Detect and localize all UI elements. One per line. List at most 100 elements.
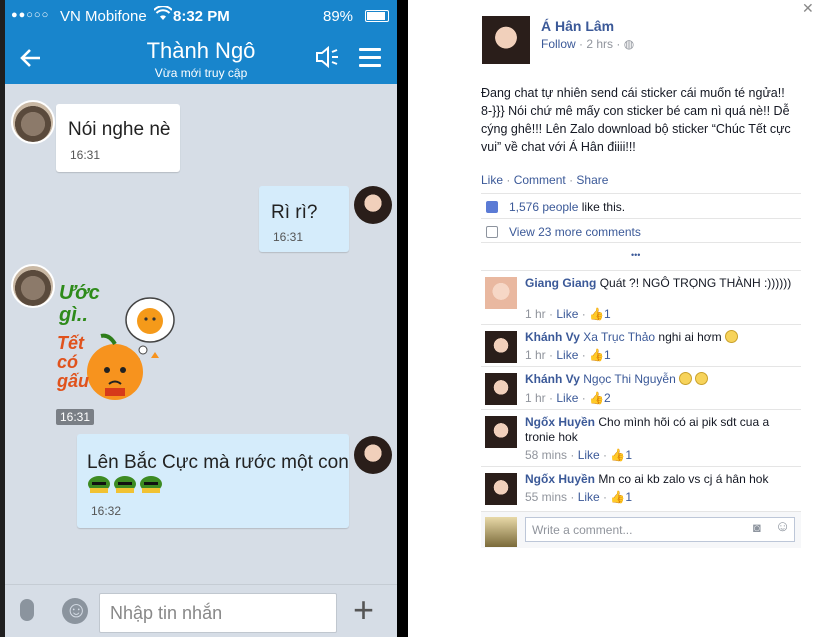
author-avatar[interactable] (482, 16, 530, 64)
comment-like-count[interactable]: 1 (625, 490, 632, 504)
battery-icon (365, 10, 389, 22)
separator: · (616, 37, 624, 51)
commenter-avatar[interactable] (485, 416, 517, 448)
likes-summary: 1,576 people like this. (481, 193, 801, 218)
comment-time[interactable]: 55 mins (525, 490, 567, 504)
message-time: 16:31 (70, 148, 101, 162)
view-more-row[interactable]: View 23 more comments (481, 218, 801, 242)
commenter-avatar[interactable] (485, 473, 517, 505)
contact-avatar[interactable] (11, 264, 55, 308)
comment-time[interactable]: 1 hr (525, 348, 546, 362)
comment-like-count[interactable]: 2 (604, 391, 611, 405)
comment-item: Ngốx Huyền Mn co ai kb zalo vs cj á hân … (481, 466, 801, 511)
comment-time[interactable]: 1 hr (525, 307, 546, 321)
comment-time[interactable]: 58 mins (525, 448, 567, 462)
commenter-name[interactable]: Khánh Vy (525, 330, 580, 344)
turtle-emoji-row (87, 474, 167, 504)
view-more-comments-link[interactable]: View 23 more comments (509, 225, 641, 239)
comment-bubble-icon (486, 226, 498, 238)
speaker-icon[interactable] (315, 45, 343, 74)
comment-item: Khánh Vy Xa Trục Thảo nghi ai hơm 1 hr ·… (481, 324, 801, 366)
close-icon[interactable]: ✕ (802, 0, 814, 17)
wifi-icon (153, 5, 173, 26)
share-link[interactable]: Share (576, 173, 608, 187)
comment-time[interactable]: 1 hr (525, 391, 546, 405)
comment-item: Khánh Vy Ngọc Thi Nguyễn 1 hr · Like · 👍… (481, 366, 801, 409)
comment-footer: 1 hr · Like · 👍1 (525, 307, 611, 321)
sticker-icon[interactable]: ☺ (775, 518, 790, 535)
author-name[interactable]: Á Hân Lâm (541, 18, 614, 34)
comment-like-count[interactable]: 1 (604, 307, 611, 321)
orange-sticker[interactable]: Ước gì.. Tết có gấu (55, 282, 175, 409)
comment-link[interactable]: Comment (514, 173, 566, 187)
composer-bar: Nhập tin nhắn + (5, 584, 397, 637)
comment-like-link[interactable]: Like (578, 490, 600, 504)
signal-strength: ●●○○○ (11, 9, 50, 21)
post-text: Đang chat tự nhiên send cái sticker cái … (481, 86, 791, 154)
globe-icon: ◍ (623, 37, 635, 51)
comment-footer: 1 hr · Like · 👍2 (525, 391, 611, 405)
battery-percent: 89% (323, 8, 354, 25)
commenter-name[interactable]: Giang Giang (525, 276, 596, 290)
comment-footer: 1 hr · Like · 👍1 (525, 348, 611, 362)
commenter-avatar[interactable] (485, 277, 517, 309)
tagged-user[interactable]: Ngọc Thi Nguyễn (583, 372, 676, 386)
message-text: Lên Bắc Cực mà rước một con (87, 452, 349, 473)
my-avatar[interactable] (354, 436, 392, 474)
comment-footer: 55 mins · Like · 👍1 (525, 490, 633, 504)
message-input[interactable]: Nhập tin nhắn (99, 593, 337, 633)
menu-icon[interactable] (359, 48, 381, 72)
status-time: 8:32 PM (173, 8, 230, 25)
comment-like-link[interactable]: Like (556, 391, 578, 405)
sticker-caption: Ước gì.. (59, 282, 100, 326)
post-meta: Follow · 2 hrs · ◍ (541, 37, 634, 51)
ellipsis-icon[interactable]: ••• (631, 250, 640, 260)
commenter-avatar[interactable] (485, 331, 517, 363)
load-more-row[interactable]: ••• (481, 242, 801, 270)
comment-item: Ngốx Huyền Cho mình hõi có ai pik sdt cu… (481, 409, 801, 466)
emoji-icon[interactable] (62, 597, 88, 624)
post-actions: Like · Comment · Share (481, 173, 609, 187)
message-time: 16:32 (91, 504, 122, 518)
thumbs-up-icon: 👍 (610, 448, 626, 462)
like-link[interactable]: Like (481, 173, 503, 187)
commenter-avatar[interactable] (485, 373, 517, 405)
comment-text: Mn co ai kb zalo vs cj á hân hok (598, 472, 769, 486)
follow-link[interactable]: Follow (541, 37, 576, 51)
viewer-avatar (485, 517, 517, 547)
tagged-user[interactable]: Xa Trục Thảo (583, 330, 655, 344)
write-comment-row: Write a comment... ◙ ☺ (481, 511, 801, 548)
carrier-name: VN Mobifone (60, 8, 147, 25)
microphone-icon[interactable] (20, 599, 34, 621)
post-time[interactable]: 2 hrs (586, 37, 613, 51)
comment-like-link[interactable]: Like (556, 348, 578, 362)
thumbs-up-icon: 👍 (589, 348, 604, 362)
comment-text: Quát ?! NGÔ TRỌNG THÀNH :)))))) (599, 276, 792, 290)
smiley-icon (679, 372, 693, 385)
zalo-phone-screenshot: ●●○○○ VN Mobifone 8:32 PM 89% Thành Ngô … (0, 0, 397, 637)
camera-icon[interactable]: ◙ (753, 520, 761, 535)
commenter-name[interactable]: Khánh Vy (525, 372, 580, 386)
comment-like-count[interactable]: 1 (604, 348, 611, 362)
plus-icon[interactable]: + (353, 589, 374, 631)
message-time: 16:31 (273, 230, 304, 244)
comment-like-count[interactable]: 1 (625, 448, 632, 462)
incoming-message[interactable]: Nói nghe nè 16:31 (56, 104, 180, 172)
thumbs-up-icon (486, 201, 498, 213)
chat-header: Thành Ngô Vừa mới truy cập (5, 34, 397, 84)
comment-like-link[interactable]: Like (556, 307, 578, 321)
comment-text: nghi ai hơm (658, 330, 722, 344)
my-avatar[interactable] (354, 186, 392, 224)
smiley-icon (725, 330, 738, 343)
outgoing-message[interactable]: Rì rì? 16:31 (259, 186, 349, 252)
commenter-name[interactable]: Ngốx Huyền (525, 415, 595, 429)
commenter-name[interactable]: Ngốx Huyền (525, 472, 595, 486)
status-bar: ●●○○○ VN Mobifone 8:32 PM 89% (5, 0, 397, 34)
smiley-icon (695, 372, 709, 385)
message-text: Nói nghe nè (68, 119, 171, 140)
likes-count-link[interactable]: 1,576 people (509, 200, 578, 214)
outgoing-message[interactable]: Lên Bắc Cực mà rước một con 16:32 (77, 434, 349, 528)
message-list[interactable]: Nói nghe nè 16:31 Rì rì? 16:31 Ước gì.. … (5, 84, 397, 584)
contact-avatar[interactable] (11, 100, 55, 144)
comment-like-link[interactable]: Like (578, 448, 600, 462)
